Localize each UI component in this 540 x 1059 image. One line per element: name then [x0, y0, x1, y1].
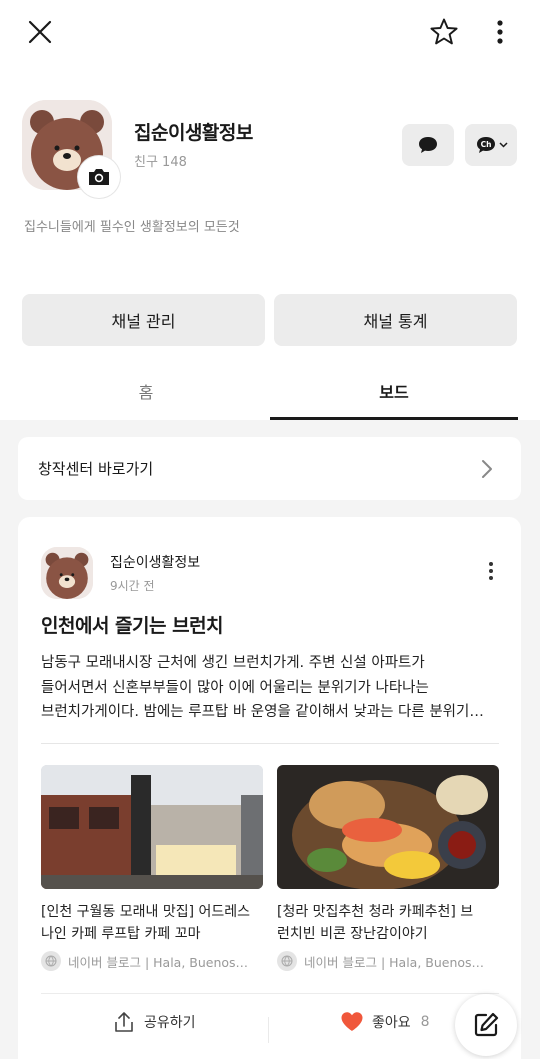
- close-icon: [28, 20, 52, 44]
- link-title-line: [인천 구월동 모래내 맛집] 어드레스: [41, 904, 251, 920]
- creator-center-label: 창작센터 바로가기: [38, 460, 154, 478]
- camera-button[interactable]: [78, 156, 120, 198]
- link-thumbnail: [41, 765, 263, 889]
- link-card[interactable]: [인천 구월동 모래내 맛집] 어드레스 나인 카페 루프탑 카페 꼬마 네이버…: [41, 765, 263, 971]
- cafe-building-image: [41, 765, 263, 889]
- bear-avatar-image: [41, 547, 93, 599]
- chevron-right-icon: [482, 460, 492, 478]
- post-more-button[interactable]: [488, 561, 494, 585]
- link-thumbnail: [277, 765, 499, 889]
- link-card[interactable]: [청라 맛집추천 청라 카페추천] 브 런치빈 비콘 장난감이야기 네이버 블로…: [277, 765, 499, 971]
- post-author-name[interactable]: 집순이생활정보: [110, 552, 200, 572]
- tab-home[interactable]: 홈: [22, 364, 270, 418]
- camera-icon: [89, 169, 109, 185]
- top-bar: [0, 0, 540, 64]
- friend-count: 친구 148: [134, 155, 187, 170]
- post-author-avatar[interactable]: [41, 547, 93, 599]
- post-body[interactable]: 남동구 모래내시장 근처에 생긴 브런치가게. 주변 신설 아파트가 들어서면서…: [41, 651, 499, 725]
- chat-bubble-icon: [419, 137, 437, 153]
- ch-channel-icon: Ch: [476, 137, 495, 153]
- favorite-button[interactable]: [424, 12, 464, 52]
- heart-icon: [341, 1012, 363, 1031]
- brunch-food-image: [277, 765, 499, 889]
- star-outline-icon: [430, 18, 458, 45]
- link-source-text: 네이버 블로그 | Hala, Buenos…: [68, 954, 249, 970]
- channel-description: 집수니들에게 필수인 생활정보의 모든것: [24, 220, 240, 235]
- share-label: 공유하기: [144, 1015, 196, 1031]
- channel-name: 집순이생활정보: [134, 122, 253, 144]
- divider: [41, 993, 499, 994]
- divider: [41, 743, 499, 744]
- chat-button[interactable]: [402, 124, 454, 166]
- vertical-dots-icon: [497, 20, 503, 44]
- channel-manage-button[interactable]: 채널 관리: [22, 294, 265, 346]
- tab-bar: 홈 보드: [22, 364, 518, 420]
- channel-stats-button[interactable]: 채널 통계: [274, 294, 517, 346]
- like-label: 좋아요: [372, 1014, 411, 1031]
- profile-avatar-wrap[interactable]: [22, 100, 120, 198]
- like-button[interactable]: 좋아요 8: [340, 1011, 430, 1032]
- link-title-line: 런치빈 비콘 장난감이야기: [277, 926, 428, 942]
- link-title-line: 나인 카페 루프탑 카페 꼬마: [41, 926, 201, 942]
- globe-icon: [41, 951, 61, 971]
- edit-pencil-icon: [474, 1012, 499, 1037]
- link-source: 네이버 블로그 | Hala, Buenos…: [277, 951, 499, 971]
- chevron-down-icon: [498, 142, 508, 148]
- link-title-line: [청라 맛집추천 청라 카페추천] 브: [277, 904, 474, 920]
- channel-options-button[interactable]: Ch: [465, 124, 517, 166]
- vertical-dots-icon: [489, 562, 493, 580]
- post-body-line: 브런치가게이다. 밤에는 루프탑 바 운영을 같이해서 낮과는 다른 분위기…: [41, 704, 484, 720]
- profile-section: 집순이생활정보 친구 148 Ch: [0, 96, 540, 206]
- divider: [268, 1017, 269, 1043]
- share-icon: [115, 1012, 133, 1032]
- share-button[interactable]: 공유하기: [114, 1011, 196, 1033]
- post-timestamp: 9시간 전: [110, 579, 155, 593]
- like-count: 8: [420, 1013, 430, 1030]
- svg-text:Ch: Ch: [480, 140, 491, 149]
- post-body-line: 남동구 모래내시장 근처에 생긴 브런치가게. 주변 신설 아파트가: [41, 655, 425, 671]
- link-source-text: 네이버 블로그 | Hala, Buenos…: [304, 954, 485, 970]
- globe-icon: [277, 951, 297, 971]
- link-title: [청라 맛집추천 청라 카페추천] 브 런치빈 비콘 장난감이야기: [277, 901, 499, 945]
- creator-center-link[interactable]: 창작센터 바로가기: [18, 437, 521, 500]
- more-button[interactable]: [484, 12, 516, 52]
- post-card: 집순이생활정보 9시간 전 인천에서 즐기는 브런치 남동구 모래내시장 근처에…: [18, 517, 521, 1059]
- link-title: [인천 구월동 모래내 맛집] 어드레스 나인 카페 루프탑 카페 꼬마: [41, 901, 263, 945]
- tab-board[interactable]: 보드: [270, 364, 518, 418]
- post-body-line: 들어서면서 신혼부부들이 많아 이에 어울리는 분위기가 나타나는: [41, 679, 429, 696]
- write-post-button[interactable]: [455, 994, 517, 1056]
- post-title[interactable]: 인천에서 즐기는 브런치: [41, 611, 224, 638]
- link-source: 네이버 블로그 | Hala, Buenos…: [41, 951, 263, 971]
- close-button[interactable]: [20, 12, 60, 52]
